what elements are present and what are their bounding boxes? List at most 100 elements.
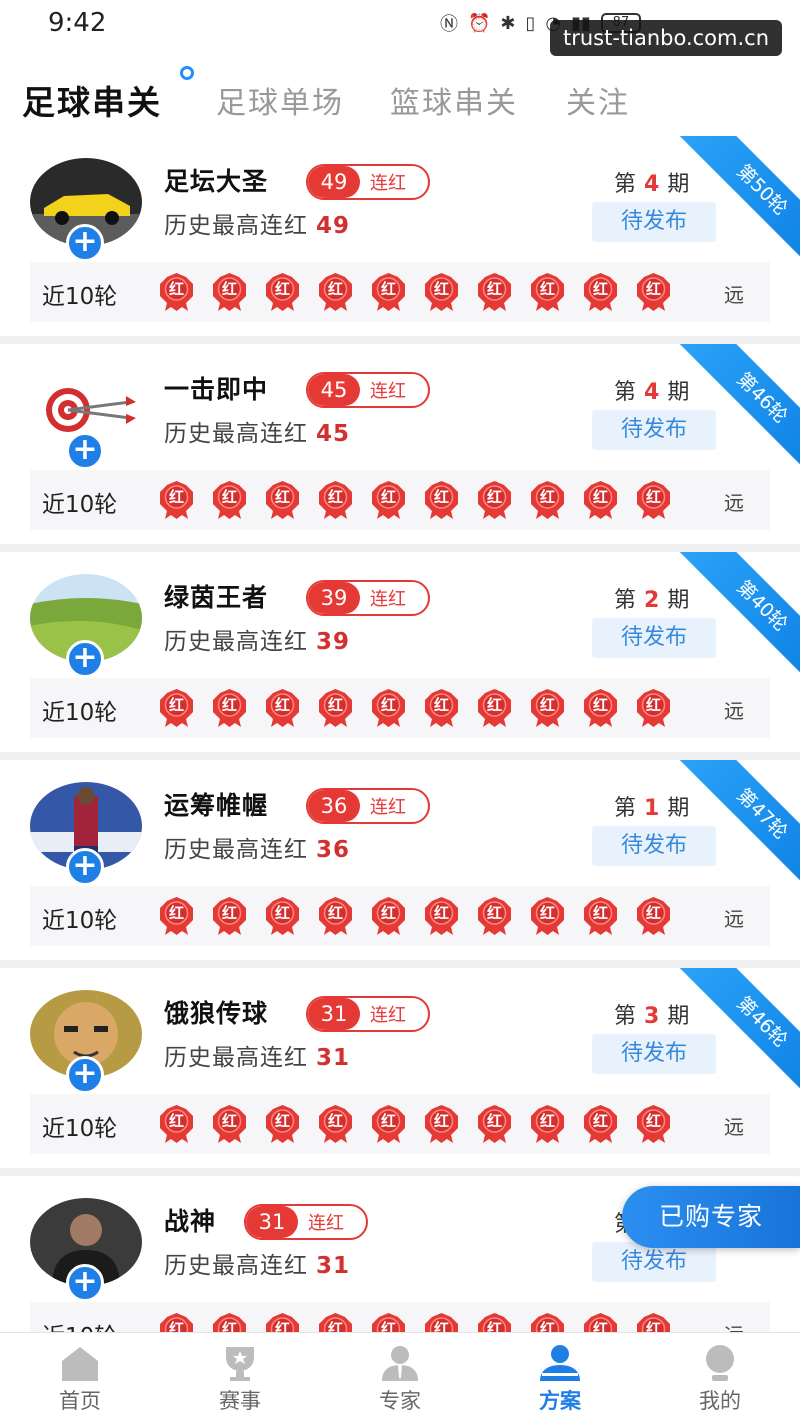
nav-label-matches: 赛事 — [219, 1389, 261, 1413]
badge-label: 红 — [645, 696, 661, 714]
red-badge-icon: 红 — [635, 272, 672, 312]
red-badge-icon: 红 — [264, 1312, 301, 1332]
tab-football-single[interactable]: 足球单场 — [216, 78, 344, 122]
badge-label: 红 — [486, 280, 502, 298]
badge-label: 红 — [221, 280, 237, 298]
badge-label: 红 — [327, 696, 343, 714]
badge-label: 红 — [168, 904, 184, 922]
nav-label-experts: 专家 — [379, 1389, 421, 1413]
recent-rounds-label: 近10轮 — [42, 492, 118, 518]
red-badge-icon: 红 — [211, 896, 248, 936]
red-badge-icon: 红 — [211, 272, 248, 312]
expert-card[interactable]: + 运筹帷幄 36 连红 历史最高连红 36 第 1 期待发布 第47轮 近10轮红红红红红红红红红… — [0, 760, 800, 968]
follow-plus-icon[interactable]: + — [66, 224, 104, 262]
round-ribbon: 第46轮 — [672, 968, 800, 1088]
history-best: 历史最高连红 36 — [164, 830, 350, 864]
period-number: 4 — [644, 380, 660, 405]
history-value: 39 — [316, 629, 351, 655]
follow-plus-icon[interactable]: + — [66, 432, 104, 470]
red-badge-icon: 红 — [158, 480, 195, 520]
watermark: trust-tianbo.com.cn — [550, 20, 782, 56]
recent-badges: 红红红红红红红红红红 — [158, 896, 672, 936]
badge-label: 红 — [539, 488, 555, 506]
badge-label: 红 — [539, 904, 555, 922]
streak-count: 31 — [246, 1206, 298, 1238]
nav-item-experts[interactable]: 专家 — [320, 1333, 480, 1422]
streak-badge: 36 连红 — [306, 788, 430, 824]
recent-rounds-row: 近10轮 红 红 红 红 红 红 红 红 红 红 远 — [30, 678, 770, 738]
history-value: 49 — [316, 213, 351, 239]
expert-card[interactable]: + 足坛大圣 49 连红 历史最高连红 49 第 4 期待发布 第50轮 近10轮红红红红红红红红红… — [0, 136, 800, 344]
nav-label-home: 首页 — [59, 1389, 101, 1413]
history-best: 历史最高连红 45 — [164, 414, 350, 448]
round-ribbon: 第50轮 — [672, 136, 800, 256]
streak-count: 49 — [308, 166, 360, 198]
expert-card[interactable]: + 一击即中 45 连红 历史最高连红 45 第 4 期待发布 第46轮 近10轮红红红红红红红红红… — [0, 344, 800, 552]
round-ribbon: 第46轮 — [672, 344, 800, 464]
expert-card[interactable]: + 绿茵王者 39 连红 历史最高连红 39 第 2 期待发布 第40轮 近10轮红红红红红红红红红… — [0, 552, 800, 760]
red-badge-icon: 红 — [317, 272, 354, 312]
red-badge-icon: 红 — [211, 1312, 248, 1332]
red-badge-icon: 红 — [529, 1104, 566, 1144]
pending-status-button[interactable]: 待发布 — [592, 1242, 716, 1282]
card-divider — [0, 960, 800, 968]
history-label: 历史最高连红 — [164, 629, 308, 655]
badge-label: 红 — [168, 696, 184, 714]
tab-active-dot-icon — [180, 66, 194, 80]
red-badge-icon: 红 — [158, 1312, 195, 1332]
period-number: 4 — [644, 172, 660, 197]
round-ribbon-label: 第46轮 — [677, 968, 800, 1088]
streak-count: 39 — [308, 582, 360, 614]
follow-plus-icon[interactable]: + — [66, 1264, 104, 1302]
badge-label: 红 — [168, 488, 184, 506]
tab-basketball-parlay[interactable]: 篮球串关 — [390, 78, 518, 122]
red-badge-icon: 红 — [582, 688, 619, 728]
round-ribbon: 第47轮 — [672, 760, 800, 880]
nav-item-plans[interactable]: 方案 — [480, 1333, 640, 1422]
red-badge-icon: 红 — [317, 480, 354, 520]
badge-label: 红 — [274, 1112, 290, 1130]
nav-item-matches[interactable]: 赛事 — [160, 1333, 320, 1422]
recent-rounds-row: 近10轮 红 红 红 红 红 红 红 红 红 红 远 — [30, 470, 770, 530]
badge-label: 红 — [645, 280, 661, 298]
expert-list: + 足坛大圣 49 连红 历史最高连红 49 第 4 期待发布 第50轮 近10轮红红红红红红红红红… — [0, 136, 800, 1332]
red-badge-icon: 红 — [635, 896, 672, 936]
red-badge-icon: 红 — [476, 688, 513, 728]
badge-label: 红 — [592, 488, 608, 506]
nav-item-mine[interactable]: 我的 — [640, 1333, 800, 1422]
expert-card[interactable]: + 饿狼传球 31 连红 历史最高连红 31 第 3 期待发布 第46轮 近10轮红红红红红红红红红… — [0, 968, 800, 1176]
tab-follow[interactable]: 关注 — [566, 78, 630, 122]
profile-icon — [706, 1345, 734, 1381]
tab-football-parlay[interactable]: 足球串关 — [22, 76, 162, 124]
history-best: 历史最高连红 31 — [164, 1246, 350, 1280]
red-badge-icon: 红 — [423, 688, 460, 728]
far-label: 远 — [724, 907, 744, 931]
badge-label: 红 — [539, 1112, 555, 1130]
recent-rounds-row: 近10轮 红 红 红 红 红 红 红 红 红 红 远 — [30, 1302, 770, 1332]
period-prefix: 第 — [614, 380, 637, 405]
badge-label: 红 — [539, 1320, 555, 1332]
red-badge-icon: 红 — [635, 480, 672, 520]
red-badge-icon: 红 — [423, 1312, 460, 1332]
streak-label: 连红 — [370, 1005, 406, 1026]
badge-label: 红 — [380, 1112, 396, 1130]
follow-plus-icon[interactable]: + — [66, 848, 104, 886]
vibrate-icon: ▯ — [525, 12, 536, 34]
badge-label: 红 — [274, 904, 290, 922]
badge-label: 红 — [327, 488, 343, 506]
follow-plus-icon[interactable]: + — [66, 1056, 104, 1094]
badge-label: 红 — [433, 1112, 449, 1130]
red-badge-icon: 红 — [582, 480, 619, 520]
follow-plus-icon[interactable]: + — [66, 640, 104, 678]
red-badge-icon: 红 — [476, 480, 513, 520]
badge-label: 红 — [274, 488, 290, 506]
nav-item-home[interactable]: 首页 — [0, 1333, 160, 1422]
red-badge-icon: 红 — [158, 688, 195, 728]
nav-label-mine: 我的 — [699, 1389, 741, 1413]
purchased-experts-button[interactable]: 已购专家 — [622, 1186, 800, 1248]
red-badge-icon: 红 — [635, 688, 672, 728]
period-prefix: 第 — [614, 796, 637, 821]
streak-badge: 49 连红 — [306, 164, 430, 200]
red-badge-icon: 红 — [529, 480, 566, 520]
red-badge-icon: 红 — [423, 480, 460, 520]
